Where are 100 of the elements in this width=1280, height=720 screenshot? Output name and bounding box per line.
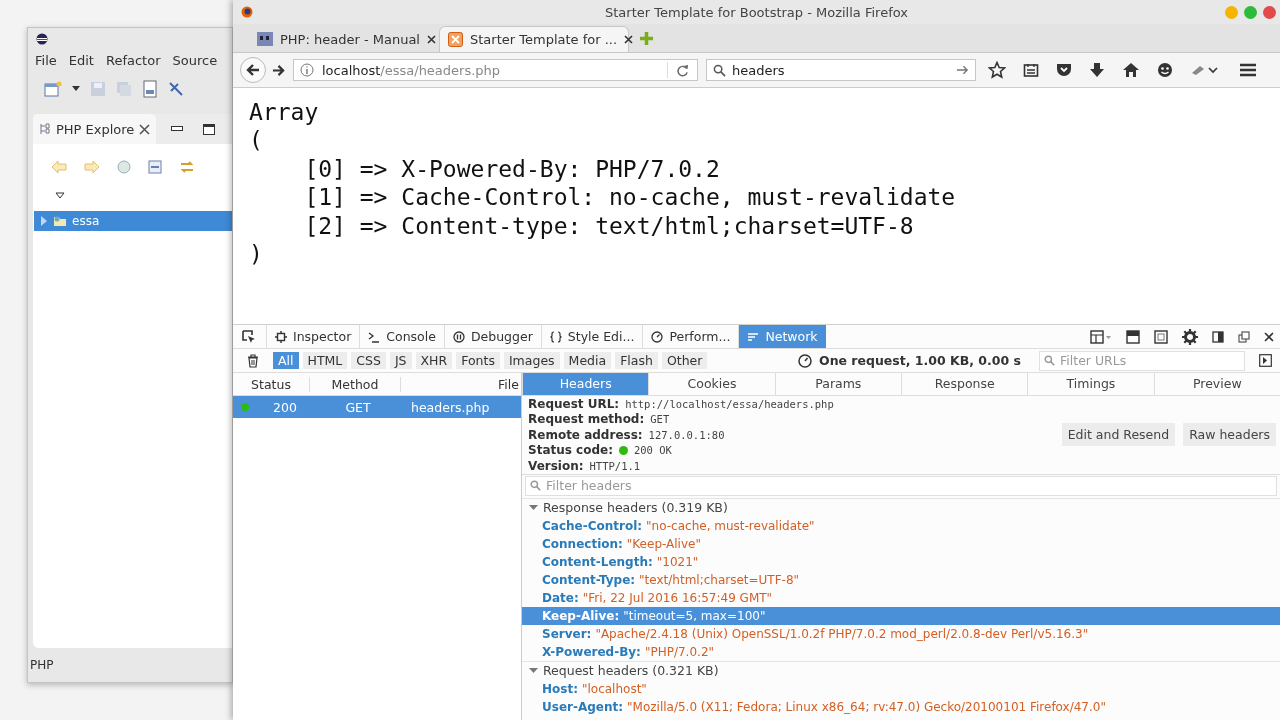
close-tab-icon[interactable]	[624, 35, 634, 44]
column-header[interactable]: Status	[233, 376, 309, 392]
split-console-icon[interactable]	[1126, 329, 1140, 344]
gauge-icon	[651, 330, 664, 343]
back-button[interactable]	[240, 57, 266, 83]
go-arrow-icon[interactable]	[956, 64, 969, 76]
browser-tab[interactable]: PHP: header - Manual	[249, 26, 439, 52]
smiley-icon[interactable]	[1157, 62, 1173, 78]
extension-menu-icon[interactable]	[1190, 63, 1218, 77]
list-icon	[747, 330, 760, 343]
window-title: Starter Template for Bootstrap - Mozilla Firefox	[604, 4, 909, 20]
menu-item[interactable]: Source	[172, 52, 218, 68]
filter-button[interactable]: XHR	[415, 352, 453, 369]
page-favicon-icon	[448, 32, 463, 47]
trash-icon[interactable]	[247, 353, 259, 368]
braces-icon	[549, 330, 562, 343]
clock-icon	[798, 353, 812, 368]
header-row[interactable]: Server: "Apache/2.4.18 (Unix) OpenSSL/1.0.2f PHP/7.0.2 mod_perl/2.0.8-dev Perl/v5.16.3"	[522, 624, 1280, 643]
request-summary: One request, 1.00 KB, 0.00 s	[819, 353, 1021, 368]
pocket-icon[interactable]	[1056, 62, 1072, 78]
devtools-tab[interactable]: Style Edi...	[540, 325, 643, 348]
dock-side-icon[interactable]	[1212, 330, 1224, 343]
header-row[interactable]: Content-Type: "text/html;charset=UTF-8"	[522, 570, 1280, 589]
devtools-tab[interactable]: Console	[359, 325, 444, 348]
filter-button[interactable]: CSS	[351, 352, 386, 369]
close-icon[interactable]	[139, 123, 151, 135]
menu-item[interactable]: Refactor	[105, 52, 161, 68]
section-header[interactable]: Response headers (0.319 KB)	[522, 497, 1280, 517]
field-value: GET	[650, 413, 670, 426]
url-field[interactable]: localhost/essa/headers.php	[293, 59, 698, 81]
field-label: Remote address:	[528, 427, 643, 442]
column-header[interactable]: File	[400, 376, 521, 392]
detail-tab[interactable]: Response	[901, 373, 1028, 395]
firefox-logo-icon	[241, 6, 253, 18]
download-icon[interactable]	[1089, 62, 1105, 78]
search-icon	[1044, 354, 1055, 366]
filter-button[interactable]: Images	[503, 352, 560, 369]
forward-icon[interactable]	[272, 63, 285, 77]
menu-icon[interactable]	[1239, 62, 1257, 78]
header-action-button[interactable]: Edit and Resend	[1061, 423, 1176, 447]
document-icon[interactable]	[142, 80, 158, 98]
header-row[interactable]: Connection: "Keep-Alive"	[522, 534, 1280, 553]
close-button[interactable]	[1263, 5, 1276, 19]
toggle-sidebar-icon[interactable]	[1259, 354, 1272, 367]
field-value: http://localhost/essa/headers.php	[625, 397, 834, 410]
collapse-all-icon[interactable]	[148, 160, 162, 174]
header-row[interactable]: Content-Length: "1021"	[522, 552, 1280, 571]
devtools-tab[interactable]: Inspector	[266, 325, 360, 348]
detail-tab[interactable]: Params	[774, 373, 901, 395]
column-header[interactable]: Method	[309, 376, 400, 392]
header-row[interactable]: X-Powered-By: "PHP/7.0.2"	[522, 642, 1280, 661]
header-action-button[interactable]: Raw headers	[1183, 423, 1276, 447]
reload-icon[interactable]	[676, 63, 689, 77]
header-row[interactable]: Cache-Control: "no-cache, must-revalidate"	[522, 516, 1280, 535]
detail-tab[interactable]: Cookies	[648, 373, 775, 395]
detail-tab[interactable]: Timings	[1027, 373, 1154, 395]
field-label: Request method:	[528, 412, 645, 427]
page-output: Array ( [0] => X-Powered-By: PHP/7.0.2 [1] => Cache-Control: no-cache, must-revalidate [2] => Content-type: text/html;charset=UTF-8 )	[248, 98, 957, 269]
caret-icon[interactable]	[72, 86, 80, 92]
filter-urls-field[interactable]: Filter URLs	[1039, 350, 1245, 371]
detail-tab[interactable]: Preview	[1153, 373, 1280, 395]
info-icon[interactable]	[300, 63, 314, 77]
menu-item[interactable]: File	[35, 52, 57, 68]
close-icon[interactable]	[1264, 331, 1274, 342]
filter-button[interactable]: Other	[661, 352, 708, 369]
filter-headers-field[interactable]: Filter headers	[525, 475, 1277, 496]
menu-item[interactable]: Edit	[68, 52, 94, 68]
header-row[interactable]: Host: "localhost"	[522, 679, 1280, 698]
undock-icon[interactable]	[1238, 330, 1250, 343]
filter-button[interactable]: HTML	[302, 352, 348, 369]
close-tab-icon[interactable]	[426, 34, 436, 44]
field-label: Request URL:	[528, 396, 620, 411]
filter-button[interactable]: Media	[563, 352, 612, 369]
settings-icon[interactable]	[1182, 328, 1198, 345]
header-row[interactable]: Date: "Fri, 22 Jul 2016 16:57:49 GMT"	[522, 588, 1280, 607]
reading-list-icon[interactable]	[1023, 62, 1039, 78]
responsive-view-icon[interactable]	[1154, 329, 1168, 344]
home-icon[interactable]	[1122, 62, 1140, 78]
filter-button[interactable]: Flash	[615, 352, 658, 369]
project-folder-icon	[53, 215, 67, 227]
bookmark-star-icon[interactable]	[988, 61, 1006, 79]
maximize-icon[interactable]	[203, 123, 216, 135]
search-field[interactable]: headers	[706, 59, 976, 81]
minimize-icon[interactable]	[171, 126, 184, 132]
filter-button[interactable]: JS	[389, 352, 412, 369]
project-tree-item[interactable]: essa	[34, 211, 232, 231]
element-picker-icon[interactable]	[242, 329, 256, 344]
view-tab[interactable]: PHP Explore	[33, 114, 157, 144]
devtools-tab[interactable]: Debugger	[443, 325, 541, 348]
disclosure-triangle-icon[interactable]	[529, 503, 538, 512]
filter-button[interactable]: Fonts	[456, 352, 500, 369]
disclosure-triangle-icon[interactable]	[529, 666, 538, 675]
header-row[interactable]: User-Agent: "Mozilla/5.0 (X11; Fedora; Linux x86_64; rv:47.0) Gecko/20100101 Firefox/47.0"	[522, 697, 1280, 716]
field-value: HTTP/1.1	[589, 459, 641, 472]
back-arrow-icon	[246, 63, 260, 77]
new-file-icon[interactable]	[44, 81, 62, 97]
layout-dropdown-icon[interactable]	[1090, 329, 1112, 344]
section-header[interactable]: Request headers (0.321 KB)	[522, 660, 1280, 680]
field-label: Version:	[528, 458, 584, 473]
view-menu-icon[interactable]	[55, 192, 65, 199]
